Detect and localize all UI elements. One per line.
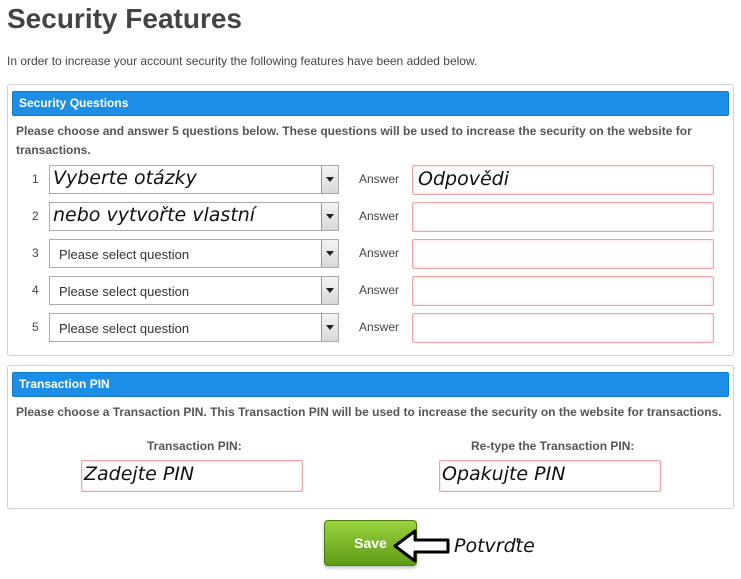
question-row-5: 5 Please select question Answer [8, 313, 733, 345]
transaction-pin-header: Transaction PIN [12, 372, 729, 397]
answer-label: Answer [359, 209, 400, 223]
answer-input-2[interactable] [412, 202, 714, 232]
question-select-3[interactable]: Please select question [49, 239, 339, 268]
chevron-down-icon[interactable] [321, 240, 338, 267]
confirm-annotation: Potvrďte [454, 535, 535, 557]
chevron-down-icon[interactable] [321, 203, 338, 230]
security-questions-panel: Security Questions Please choose and ans… [7, 84, 734, 356]
intro-text: In order to increase your account securi… [7, 54, 478, 68]
chevron-down-icon[interactable] [321, 314, 338, 341]
question-row-2: 2 nebo vytvořte vlastní Answer [8, 202, 733, 234]
transaction-pin-description: Please choose a Transaction PIN. This Tr… [16, 405, 722, 419]
question-select-value: Please select question [59, 284, 190, 299]
question-number: 2 [32, 209, 39, 223]
question-row-3: 3 Please select question Answer [8, 239, 733, 271]
arrow-left-icon [393, 529, 450, 563]
answer-input-5[interactable] [412, 313, 714, 343]
question-row-4: 4 Please select question Answer [8, 276, 733, 308]
question-select-value: nebo vytvořte vlastní [53, 204, 256, 226]
answer-label: Answer [359, 283, 400, 297]
security-questions-header: Security Questions [12, 91, 729, 116]
question-select-5[interactable]: Please select question [49, 313, 339, 342]
question-row-1: 1 Vyberte otázky Answer Odpovědi [8, 165, 733, 197]
question-select-1[interactable]: Vyberte otázky [49, 165, 339, 194]
answer-label: Answer [359, 172, 400, 186]
chevron-down-icon[interactable] [321, 277, 338, 304]
page-title: Security Features [7, 3, 242, 34]
chevron-down-icon[interactable] [321, 166, 338, 193]
retype-pin-label: Re-type the Transaction PIN: [471, 439, 635, 453]
answer-label: Answer [359, 246, 400, 260]
transaction-pin-panel: Transaction PIN Please choose a Transact… [7, 365, 734, 509]
security-questions-description: Please choose and answer 5 questions bel… [16, 124, 692, 157]
question-select-value: Vyberte otázky [53, 167, 197, 189]
pin-label: Transaction PIN: [147, 439, 242, 453]
question-select-value: Please select question [59, 247, 190, 262]
pin-input-value: Zadejte PIN [84, 463, 195, 485]
answer-input-value: Odpovědi [418, 168, 509, 190]
question-number: 5 [32, 320, 39, 334]
answer-label: Answer [359, 320, 400, 334]
pin-input[interactable]: Zadejte PIN [81, 460, 303, 492]
question-select-2[interactable]: nebo vytvořte vlastní [49, 202, 339, 231]
answer-input-4[interactable] [412, 276, 714, 306]
retype-pin-input-value: Opakujte PIN [442, 463, 566, 485]
answer-input-3[interactable] [412, 239, 714, 269]
question-select-value: Please select question [59, 321, 190, 336]
question-number: 1 [32, 172, 39, 186]
answer-input-1[interactable]: Odpovědi [412, 165, 714, 195]
question-select-4[interactable]: Please select question [49, 276, 339, 305]
retype-pin-input[interactable]: Opakujte PIN [439, 460, 661, 492]
question-number: 3 [32, 246, 39, 260]
question-number: 4 [32, 283, 39, 297]
